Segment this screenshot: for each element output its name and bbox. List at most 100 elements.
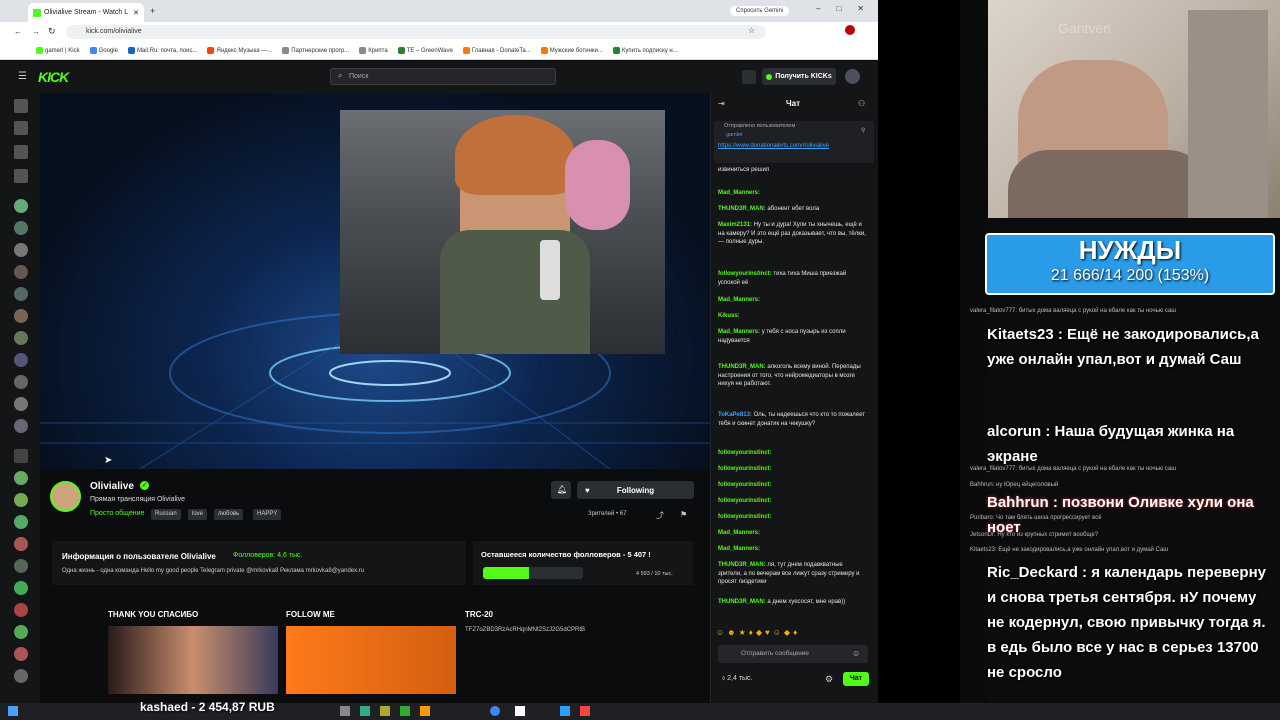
- panel-image[interactable]: [286, 626, 456, 694]
- home-icon[interactable]: [14, 99, 28, 113]
- channel-avatar[interactable]: [14, 603, 28, 617]
- chat-username[interactable]: followyourinstinct:: [718, 482, 772, 488]
- expand-icon[interactable]: [14, 449, 28, 463]
- search-input[interactable]: Поиск: [330, 68, 556, 85]
- taskbar-app-icon[interactable]: [515, 706, 525, 716]
- chat-username[interactable]: THUND3R_MAN:: [718, 562, 766, 568]
- browser-tab[interactable]: Olivialive Stream - Watch L ✕: [28, 3, 144, 22]
- panel-image[interactable]: [108, 626, 278, 694]
- channel-avatar[interactable]: [14, 397, 28, 411]
- send-chat-button[interactable]: Чат: [843, 672, 869, 686]
- channel-avatar[interactable]: [14, 581, 28, 595]
- channel-name[interactable]: Olivialive: [90, 481, 134, 492]
- channel-avatar[interactable]: [14, 221, 28, 235]
- bookmark-item[interactable]: Google: [89, 47, 118, 54]
- channel-avatar[interactable]: [14, 331, 28, 345]
- bookmark-item[interactable]: Главная - DonateTa...: [462, 47, 531, 54]
- channel-avatar[interactable]: [14, 515, 28, 529]
- bookmark-item[interactable]: Mail.Ru: почта, поис...: [127, 47, 197, 54]
- tag[interactable]: HAPPY: [253, 509, 282, 520]
- channel-avatar[interactable]: [14, 537, 28, 551]
- taskbar-app-icon[interactable]: [420, 706, 430, 716]
- report-icon[interactable]: ⚑: [680, 510, 687, 519]
- channel-avatar[interactable]: [14, 669, 28, 683]
- chat-username[interactable]: followyourinstinct:: [718, 498, 772, 504]
- chat-username[interactable]: THUND3R_MAN:: [718, 364, 766, 370]
- channel-avatar[interactable]: [50, 481, 81, 512]
- chat-username[interactable]: ToKaPe813:: [718, 412, 752, 418]
- taskbar-app-icon[interactable]: [340, 706, 350, 716]
- emote-bar[interactable]: ☺☻★♦◆♥☺◆♦: [716, 628, 870, 640]
- channel-avatar[interactable]: [14, 243, 28, 257]
- new-tab-icon[interactable]: +: [150, 6, 155, 16]
- channel-avatar[interactable]: [14, 419, 28, 433]
- bookmark-item[interactable]: gamerl | Kick: [36, 47, 80, 54]
- category-link[interactable]: Просто общение: [90, 510, 144, 517]
- unpin-icon[interactable]: ⚲: [861, 127, 865, 134]
- chat-username[interactable]: THUND3R_MAN:: [718, 206, 766, 212]
- chat-username[interactable]: Mad_Manners:: [718, 530, 760, 536]
- chat-username[interactable]: followyourinstinct:: [718, 466, 772, 472]
- tag[interactable]: любовь: [214, 509, 244, 520]
- taskbar-app-icon[interactable]: [400, 706, 410, 716]
- channel-avatar[interactable]: [14, 287, 28, 301]
- channel-avatar[interactable]: [14, 493, 28, 507]
- tag[interactable]: love: [188, 509, 208, 520]
- chat-username[interactable]: Mad_Manners:: [718, 297, 760, 303]
- get-kicks-button[interactable]: Получить KICKs: [762, 68, 836, 85]
- tag[interactable]: Russian: [151, 509, 181, 520]
- bookmark-item[interactable]: Яндекс Музыка —...: [207, 47, 272, 54]
- chat-username[interactable]: Kikuss:: [718, 313, 740, 319]
- user-avatar[interactable]: [845, 69, 860, 84]
- chat-username[interactable]: Mad_Manners:: [718, 190, 760, 196]
- browse-icon[interactable]: [742, 70, 756, 84]
- bookmark-item[interactable]: Крипта: [359, 47, 388, 54]
- address-bar[interactable]: kick.com/olivialive: [66, 25, 766, 39]
- back-icon[interactable]: ←: [14, 27, 22, 36]
- taskbar-app-icon[interactable]: [560, 706, 570, 716]
- chat-username[interactable]: Maxim2131:: [718, 222, 752, 228]
- menu-icon[interactable]: ☰: [18, 71, 27, 82]
- collapse-icon[interactable]: [14, 169, 28, 183]
- close-tab-icon[interactable]: ✕: [133, 9, 139, 17]
- channel-avatar[interactable]: [14, 199, 28, 213]
- reload-icon[interactable]: ↻: [48, 26, 56, 37]
- channel-avatar[interactable]: [14, 471, 28, 485]
- browse-icon[interactable]: [14, 121, 28, 135]
- chat-input[interactable]: Отправить сообщение: [718, 645, 868, 663]
- chat-username[interactable]: Mad_Manners:: [718, 546, 760, 552]
- channel-avatar[interactable]: [14, 647, 28, 661]
- following-icon[interactable]: [14, 145, 28, 159]
- chat-username[interactable]: followyourinstinct:: [718, 271, 772, 277]
- forward-icon[interactable]: →: [32, 27, 40, 36]
- collapse-chat-icon[interactable]: ⇥: [718, 99, 725, 108]
- bookmark-item[interactable]: Купить подписку н...: [612, 47, 678, 54]
- emoji-icon[interactable]: ☺: [852, 649, 860, 658]
- chrome-icon[interactable]: [490, 706, 500, 716]
- taskbar-app-icon[interactable]: [580, 706, 590, 716]
- notifications-button[interactable]: 🔔︎: [551, 481, 571, 499]
- chat-username[interactable]: followyourinstinct:: [718, 514, 772, 520]
- window-controls[interactable]: –□✕: [816, 4, 880, 13]
- settings-gear-icon[interactable]: ⚙: [825, 674, 833, 685]
- bookmark-item[interactable]: Мужские ботинки...: [540, 47, 603, 54]
- start-icon[interactable]: [8, 706, 18, 716]
- follow-button[interactable]: ♥ Following: [577, 481, 694, 499]
- channel-avatar[interactable]: [14, 625, 28, 639]
- pinned-user[interactable]: gamlet: [726, 132, 743, 138]
- taskbar-app-icon[interactable]: [360, 706, 370, 716]
- channel-avatar[interactable]: [14, 375, 28, 389]
- star-icon[interactable]: ☆: [748, 26, 755, 35]
- chat-username[interactable]: Mad_Manners:: [718, 329, 760, 335]
- channel-avatar[interactable]: [14, 353, 28, 367]
- share-icon[interactable]: ⤴: [656, 510, 664, 521]
- taskbar-app-icon[interactable]: [380, 706, 390, 716]
- users-icon[interactable]: ⚇: [858, 99, 865, 108]
- channel-avatar[interactable]: [14, 309, 28, 323]
- channel-avatar[interactable]: [14, 265, 28, 279]
- chat-username[interactable]: followyourinstinct:: [718, 450, 772, 456]
- bookmark-item[interactable]: TE – GreenWave: [397, 47, 453, 54]
- bookmark-item[interactable]: Партнерские прогр...: [282, 47, 349, 54]
- kick-logo[interactable]: KICK: [38, 69, 69, 85]
- pinned-link[interactable]: https://www.donationalerts.com/r/olivial…: [718, 142, 858, 150]
